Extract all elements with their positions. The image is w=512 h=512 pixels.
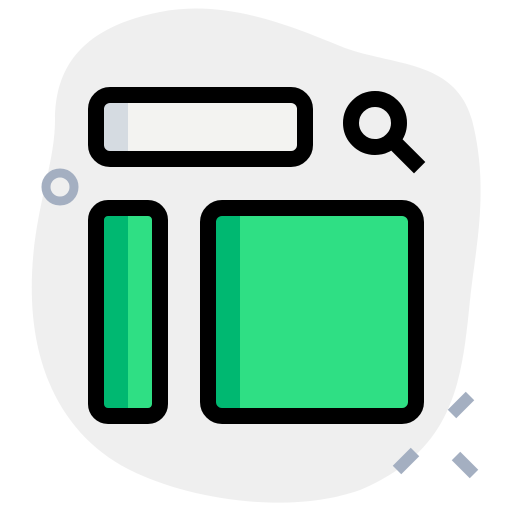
sidebar-panel <box>88 200 168 424</box>
search-bar <box>88 87 313 167</box>
search-layout-icon <box>31 8 481 503</box>
content-panel <box>200 200 424 424</box>
icon-canvas <box>0 0 512 512</box>
